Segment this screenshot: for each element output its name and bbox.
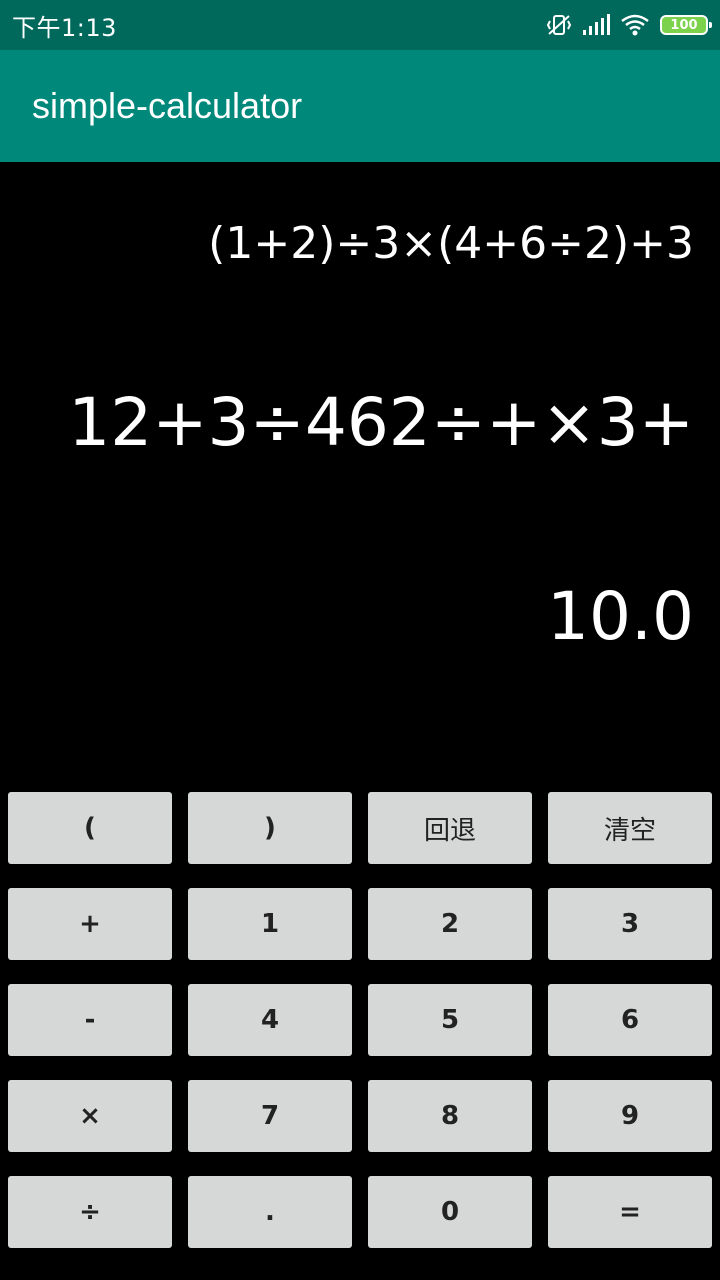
signal-icon xyxy=(582,14,610,36)
decimal-point-button[interactable]: . xyxy=(188,1176,352,1248)
equals-button[interactable]: = xyxy=(548,1176,712,1248)
digit-5-button[interactable]: 5 xyxy=(368,984,532,1056)
multiply-button[interactable]: × xyxy=(8,1080,172,1152)
plus-button[interactable]: + xyxy=(8,888,172,960)
expression-text: (1+2)÷3×(4+6÷2)+3 xyxy=(208,218,694,269)
digit-6-button[interactable]: 6 xyxy=(548,984,712,1056)
open-paren-button[interactable]: ( xyxy=(8,792,172,864)
digit-4-button[interactable]: 4 xyxy=(188,984,352,1056)
backspace-button[interactable]: 回退 xyxy=(368,792,532,864)
clear-button[interactable]: 清空 xyxy=(548,792,712,864)
digit-2-button[interactable]: 2 xyxy=(368,888,532,960)
status-time: 下午1:13 xyxy=(12,13,117,42)
keypad: ( ) 回退 清空 + 1 2 3 - 4 5 6 × 7 8 9 ÷ . 0 … xyxy=(8,792,712,1248)
app-title: simple-calculator xyxy=(32,85,303,126)
digit-8-button[interactable]: 8 xyxy=(368,1080,532,1152)
close-paren-button[interactable]: ) xyxy=(188,792,352,864)
digit-3-button[interactable]: 3 xyxy=(548,888,712,960)
result-text: 10.0 xyxy=(547,578,694,655)
app-bar: simple-calculator xyxy=(0,50,720,162)
battery-icon: 100 xyxy=(660,15,712,35)
minus-button[interactable]: - xyxy=(8,984,172,1056)
digit-7-button[interactable]: 7 xyxy=(188,1080,352,1152)
postfix-text: 12+3÷462÷+×3+ xyxy=(68,384,694,461)
digit-1-button[interactable]: 1 xyxy=(188,888,352,960)
status-bar: 下午1:13 100 xyxy=(0,0,720,50)
divide-button[interactable]: ÷ xyxy=(8,1176,172,1248)
digit-0-button[interactable]: 0 xyxy=(368,1176,532,1248)
calculator-display: (1+2)÷3×(4+6÷2)+3 12+3÷462÷+×3+ 10.0 xyxy=(0,162,720,782)
vibrate-off-icon xyxy=(546,13,572,37)
status-icons: 100 xyxy=(546,13,712,37)
digit-9-button[interactable]: 9 xyxy=(548,1080,712,1152)
wifi-icon xyxy=(620,14,650,36)
